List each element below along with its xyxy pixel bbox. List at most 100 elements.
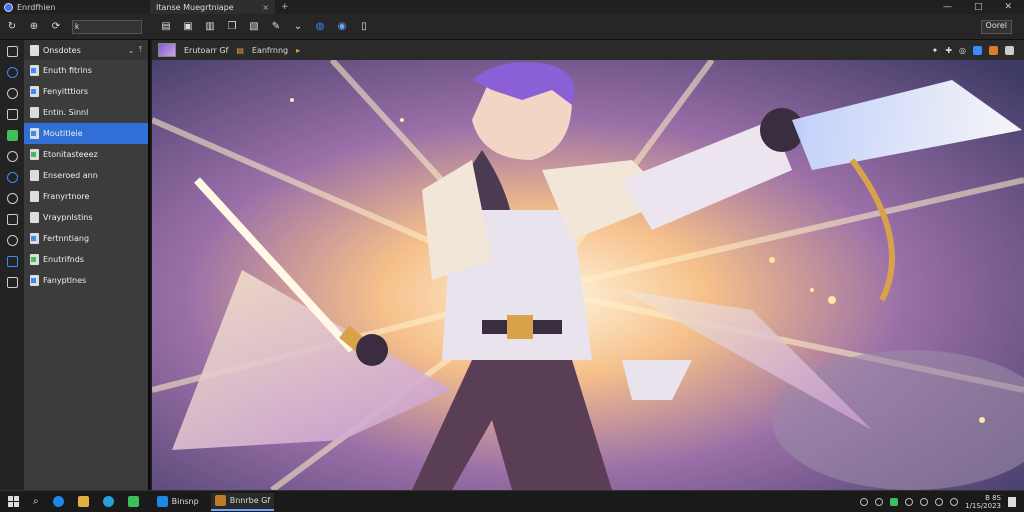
sidebar-item-label: Enuth fitrins	[43, 66, 92, 75]
share-circle-icon[interactable]: ◎	[959, 46, 966, 55]
tab-title: Itanse Muegrtniape	[156, 2, 234, 12]
delete-icon[interactable]: ▧	[248, 21, 260, 33]
share-icon[interactable]	[6, 256, 18, 267]
sidebar-item[interactable]: Etonitasteeez	[24, 144, 148, 165]
title-bar: Enrdfhien Itanse Muegrtniape × + — □ ✕	[0, 0, 1024, 14]
dropdown-chevron-icon[interactable]: ⌄	[292, 21, 304, 33]
doc-tab-2[interactable]: Eanfrnng	[252, 46, 288, 55]
globe-icon[interactable]: ◍	[314, 21, 326, 33]
app-title: Enrdfhien	[17, 2, 56, 12]
nav-tools: ↻ ⊕ ⟳	[0, 19, 150, 34]
sidebar-item[interactable]: Fenyitttiors	[24, 81, 148, 102]
browser-icon-2[interactable]	[102, 496, 114, 507]
doc-tab-1[interactable]: Erutoarr Gf	[184, 46, 228, 55]
windows-start-icon[interactable]	[8, 496, 19, 507]
minimize-button[interactable]: —	[943, 2, 952, 12]
blue-app-icon[interactable]	[973, 45, 982, 55]
collapse-icon[interactable]: ⤒	[138, 45, 142, 55]
library-icon[interactable]	[6, 109, 18, 120]
sidebar-item[interactable]: Franyrtnore	[24, 186, 148, 207]
pen-icon[interactable]: ✎	[270, 21, 282, 33]
sidebar-item-label: Fertnntiang	[43, 234, 90, 243]
edit-pencil-icon[interactable]	[6, 130, 18, 141]
orange-app-icon[interactable]	[989, 45, 998, 55]
sidebar-header[interactable]: Onsdotes ⌄ ⤒	[24, 40, 148, 60]
window-controls: — □ ✕	[943, 2, 1024, 12]
sidebar-item[interactable]: Entin. Sinnl	[24, 102, 148, 123]
edge-browser-icon[interactable]	[52, 496, 64, 507]
ok-button[interactable]: Oorel	[980, 19, 1012, 34]
edge-icon[interactable]: ◉	[336, 21, 348, 33]
clock[interactable]: B 8S 1/1S/2023	[965, 494, 1001, 510]
reload-icon[interactable]: ⟳	[50, 21, 62, 33]
sidebar-item[interactable]: Enutrifnds	[24, 249, 148, 270]
move-icon[interactable]: ✚	[945, 46, 952, 55]
search-icon[interactable]: ⌕	[33, 496, 39, 507]
sidebar-list: Enuth fitrins Fenyitttiors Entin. Sinnl Mou…	[24, 60, 148, 291]
notification-icon[interactable]	[1008, 496, 1016, 507]
tab-active[interactable]: Itanse Muegrtniape ×	[150, 0, 275, 14]
thumbnail-image[interactable]	[158, 43, 176, 57]
icon-rail	[0, 40, 24, 490]
taskbar-app[interactable]: Binsnp	[153, 493, 203, 511]
clock-date: 1/1S/2023	[965, 501, 1001, 510]
tab-close-icon[interactable]: ×	[262, 3, 269, 12]
file-icon	[30, 254, 39, 265]
browser-icon[interactable]	[6, 172, 18, 183]
sidebar-item[interactable]: Fertnntiang	[24, 228, 148, 249]
tray-icon-2[interactable]	[875, 497, 884, 506]
new-tab-button[interactable]: +	[275, 2, 295, 12]
sidebar-item[interactable]: Moutitleie	[24, 123, 148, 144]
settings-icon[interactable]	[6, 214, 18, 225]
sidebar: Onsdotes ⌄ ⤒ Enuth fitrins Fenyitttiors En…	[24, 40, 150, 490]
open-folder-icon[interactable]: ▤	[160, 21, 172, 33]
image-viewer: Erutoarr Gf ▤ Eanfrnng ▸ ✦ ✚ ◎	[152, 40, 1024, 490]
refresh-icon[interactable]: ↻	[6, 21, 18, 33]
chevron-down-icon[interactable]: ⌄	[128, 46, 135, 55]
star-icon[interactable]: ✦	[932, 46, 939, 55]
file-explorer-icon[interactable]	[77, 496, 89, 507]
sidebar-item[interactable]: Enseroed ann	[24, 165, 148, 186]
taskbar: ⌕ Binsnp Bnnrbe Gf B 8S 1/1S/2023	[0, 490, 1024, 512]
taskbar-apps: Binsnp Bnnrbe Gf	[153, 492, 275, 511]
address-input[interactable]	[72, 19, 142, 34]
tray-icon-6[interactable]	[950, 497, 959, 506]
sidebar-item[interactable]: Fanyptlnes	[24, 270, 148, 291]
palette-icon[interactable]	[6, 151, 18, 162]
clock-icon[interactable]	[6, 88, 18, 99]
sidebar-item[interactable]: Enuth fitrins	[24, 60, 148, 81]
tray-icon-1[interactable]	[860, 497, 869, 506]
navigate-icon[interactable]: ⊕	[28, 21, 40, 33]
copy-icon[interactable]: ❐	[226, 21, 238, 33]
image-icon[interactable]: ▣	[182, 21, 194, 33]
grid-icon[interactable]	[1005, 45, 1014, 55]
tray-icon-4[interactable]	[920, 497, 929, 506]
tray-icon-3[interactable]	[905, 497, 914, 506]
file-icon	[30, 233, 39, 244]
taskbar-app[interactable]: Bnnrbe Gf	[210, 492, 275, 511]
close-window-button[interactable]: ✕	[1004, 2, 1012, 12]
file-icon	[30, 212, 39, 223]
maximize-button[interactable]: □	[974, 2, 983, 12]
viewer-bar: Erutoarr Gf ▤ Eanfrnng ▸ ✦ ✚ ◎	[152, 40, 1024, 60]
sidebar-item-label: Fanyptlnes	[43, 276, 87, 285]
green-app-icon[interactable]	[127, 496, 139, 507]
sidebar-item-label: Entin. Sinnl	[43, 108, 89, 117]
explorer-icon[interactable]	[6, 46, 18, 57]
history-icon[interactable]	[6, 67, 18, 78]
tray-icon-5[interactable]	[935, 497, 944, 506]
arrow-right-icon[interactable]: ▸	[296, 46, 300, 55]
sidebar-item[interactable]: Vraypnlstins	[24, 207, 148, 228]
document-icon[interactable]: ▯	[358, 21, 370, 33]
taskbar-app-icon	[214, 495, 226, 506]
target-icon[interactable]	[6, 235, 18, 246]
info-icon[interactable]	[6, 193, 18, 204]
artwork-canvas[interactable]	[152, 60, 1024, 490]
tray-green-icon[interactable]	[890, 497, 899, 506]
file-icon	[30, 191, 39, 202]
save-icon[interactable]: ▥	[204, 21, 216, 33]
archive-icon[interactable]	[6, 277, 18, 288]
sidebar-item-label: Franyrtnore	[43, 192, 90, 201]
taskbar-app-icon	[156, 496, 168, 507]
sidebar-item-label: Moutitleie	[43, 129, 83, 138]
